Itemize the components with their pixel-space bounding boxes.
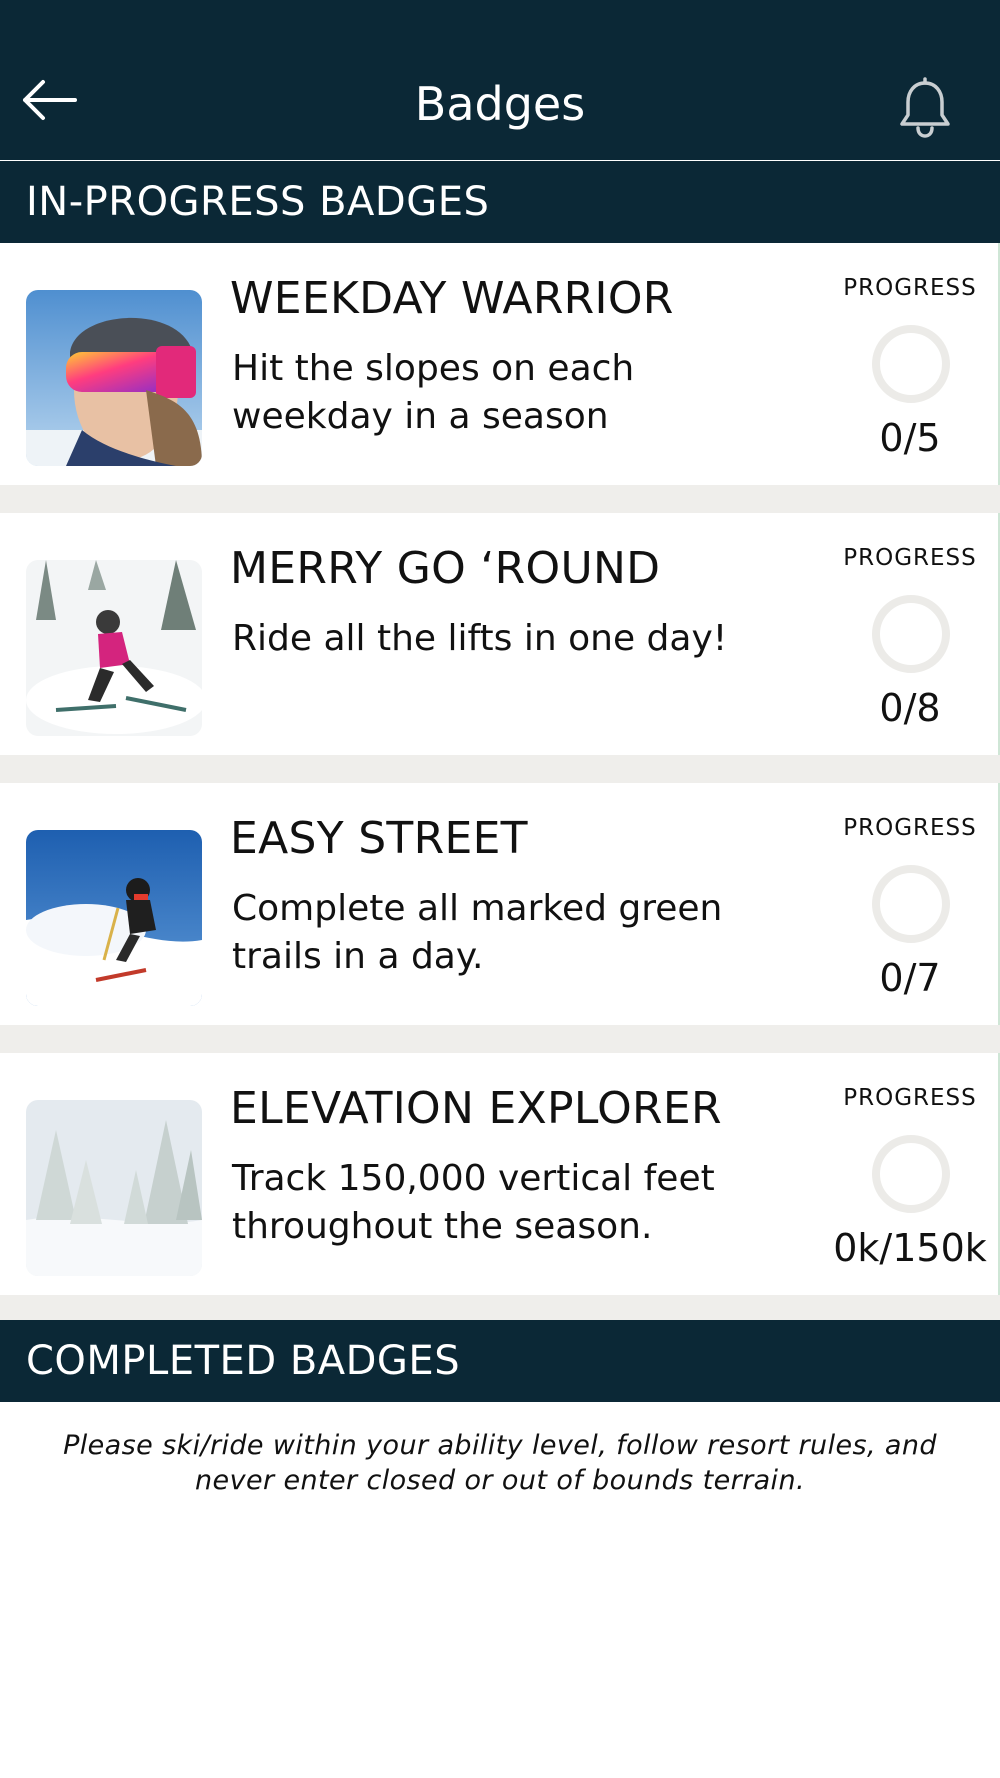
badge-list: WEEKDAY WARRIOR Hit the slopes on each w…: [0, 243, 1000, 1323]
badge-card-weekday-warrior[interactable]: WEEKDAY WARRIOR Hit the slopes on each w…: [0, 243, 1000, 485]
badge-image: [26, 830, 202, 1006]
badge-title: ELEVATION EXPLORER: [230, 1083, 722, 1134]
badge-card-easy-street[interactable]: EASY STREET Complete all marked green tr…: [0, 783, 1000, 1025]
card-divider: [0, 755, 1000, 783]
completed-section-header: COMPLETED BADGES: [0, 1320, 1000, 1402]
badge-description: Hit the slopes on each weekday in a seas…: [232, 348, 635, 437]
card-divider: [0, 1025, 1000, 1053]
badges-screen: Badges IN-PROGRESS BADGES WEEKDAY WARRIO…: [0, 0, 1000, 1778]
bell-icon: [897, 77, 953, 145]
progress-ring: [872, 1135, 950, 1213]
safety-disclaimer: Please ski/ride within your ability leve…: [63, 1430, 937, 1496]
page-title: Badges: [414, 77, 586, 131]
progress-value: 0k/150k: [833, 1226, 987, 1270]
badge-title: WEEKDAY WARRIOR: [230, 273, 674, 324]
progress-ring: [872, 865, 950, 943]
badge-image: [26, 1100, 202, 1276]
card-divider: [0, 485, 1000, 513]
progress-label: PROGRESS: [843, 1085, 977, 1111]
progress-ring: [872, 595, 950, 673]
progress-value: 0/7: [879, 956, 941, 1000]
badge-card-merry-go-round[interactable]: MERRY GO ‘ROUND Ride all the lifts in on…: [0, 513, 1000, 755]
badge-card-elevation-explorer[interactable]: ELEVATION EXPLORER Track 150,000 vertica…: [0, 1053, 1000, 1295]
badge-title: EASY STREET: [230, 813, 528, 864]
notifications-button[interactable]: [890, 76, 960, 146]
badge-title: MERRY GO ‘ROUND: [230, 543, 661, 594]
card-divider: [0, 1295, 1000, 1323]
progress-value: 0/5: [879, 416, 941, 460]
progress-label: PROGRESS: [843, 545, 977, 571]
progress-label: PROGRESS: [843, 275, 977, 301]
completed-section-label: COMPLETED BADGES: [26, 1338, 461, 1384]
badge-image: [26, 290, 202, 466]
top-navigation-bar: Badges: [0, 0, 1000, 160]
progress-value: 0/8: [879, 686, 941, 730]
badge-description: Complete all marked green trails in a da…: [232, 888, 723, 977]
progress-ring: [872, 325, 950, 403]
badge-description: Ride all the lifts in one day!: [232, 618, 728, 659]
in-progress-section-label: IN-PROGRESS BADGES: [26, 179, 490, 225]
badge-description: Track 150,000 vertical feet throughout t…: [232, 1158, 715, 1247]
progress-label: PROGRESS: [843, 815, 977, 841]
badge-image: [26, 560, 202, 736]
in-progress-section-header: IN-PROGRESS BADGES: [0, 161, 1000, 243]
